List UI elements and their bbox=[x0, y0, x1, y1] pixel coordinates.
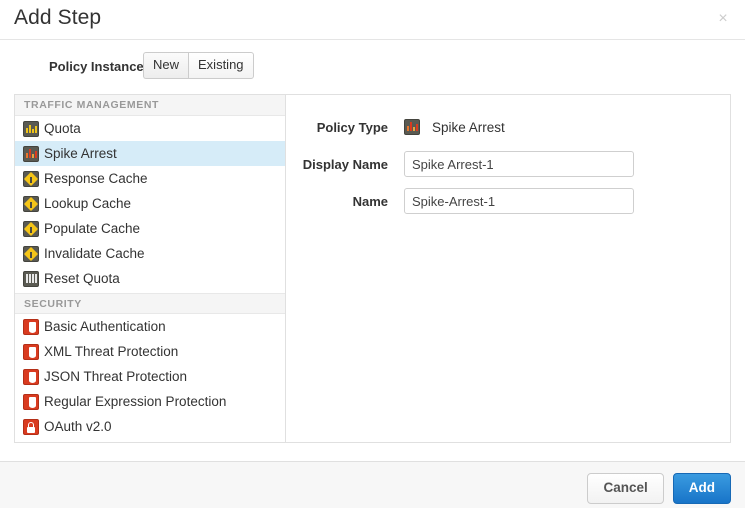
policy-type-row: Policy Type Spike Arrest bbox=[286, 114, 730, 140]
policy-list-sidebar: TRAFFIC MANAGEMENT Quota Spike Arrest Re… bbox=[15, 95, 286, 442]
toggle-existing-button[interactable]: Existing bbox=[188, 52, 254, 79]
sidebar-item-label: Populate Cache bbox=[44, 221, 140, 236]
sidebar-item-label: XML Threat Protection bbox=[44, 344, 178, 359]
diamond-yellow-icon bbox=[23, 246, 39, 262]
sidebar-item-json-threat-protection[interactable]: JSON Threat Protection bbox=[15, 364, 285, 389]
bars-gray-icon bbox=[23, 271, 39, 287]
display-name-row: Display Name bbox=[286, 151, 730, 177]
sidebar-item-lookup-cache[interactable]: Lookup Cache bbox=[15, 191, 285, 216]
sidebar-item-label: Quota bbox=[44, 121, 81, 136]
sidebar-item-xml-threat-protection[interactable]: XML Threat Protection bbox=[15, 339, 285, 364]
sidebar-item-label: Spike Arrest bbox=[44, 146, 117, 161]
sidebar-item-spike-arrest[interactable]: Spike Arrest bbox=[15, 141, 285, 166]
section-header-traffic-management: TRAFFIC MANAGEMENT bbox=[15, 95, 285, 116]
sidebar-item-label: Response Cache bbox=[44, 171, 148, 186]
policy-type-value: Spike Arrest bbox=[404, 119, 505, 135]
name-label: Name bbox=[286, 194, 404, 209]
policy-type-label: Policy Type bbox=[286, 120, 404, 135]
display-name-label: Display Name bbox=[286, 157, 404, 172]
shield-red-icon bbox=[23, 369, 39, 385]
section-header-security: SECURITY bbox=[15, 293, 285, 314]
footer-button-group: Cancel Add bbox=[587, 473, 731, 504]
sidebar-item-invalidate-cache[interactable]: Invalidate Cache bbox=[15, 241, 285, 266]
sidebar-item-label: Invalidate Cache bbox=[44, 246, 145, 261]
display-name-input[interactable] bbox=[404, 151, 634, 177]
diamond-yellow-icon bbox=[23, 196, 39, 212]
dialog-header: Add Step × bbox=[0, 0, 745, 40]
page-title: Add Step bbox=[14, 6, 101, 30]
dialog-body: TRAFFIC MANAGEMENT Quota Spike Arrest Re… bbox=[14, 94, 731, 443]
sidebar-item-reset-quota[interactable]: Reset Quota bbox=[15, 266, 285, 291]
sidebar-item-populate-cache[interactable]: Populate Cache bbox=[15, 216, 285, 241]
sidebar-item-label: OAuth v2.0 bbox=[44, 419, 112, 434]
cancel-button[interactable]: Cancel bbox=[587, 473, 663, 504]
name-row: Name bbox=[286, 188, 730, 214]
diamond-yellow-icon bbox=[23, 221, 39, 237]
shield-red-icon bbox=[23, 344, 39, 360]
name-input[interactable] bbox=[404, 188, 634, 214]
policy-type-text: Spike Arrest bbox=[432, 120, 505, 135]
sidebar-item-label: Basic Authentication bbox=[44, 319, 166, 334]
policy-instance-row: Policy Instance New Existing bbox=[0, 52, 745, 82]
policy-form-panel: Policy Type Spike Arrest Display Name Na… bbox=[286, 95, 730, 442]
lock-red-icon bbox=[23, 419, 39, 435]
sidebar-item-label: Lookup Cache bbox=[44, 196, 131, 211]
close-icon[interactable]: × bbox=[712, 8, 734, 30]
sidebar-item-quota[interactable]: Quota bbox=[15, 116, 285, 141]
sidebar-item-response-cache[interactable]: Response Cache bbox=[15, 166, 285, 191]
sidebar-item-label: Regular Expression Protection bbox=[44, 394, 226, 409]
sidebar-item-basic-authentication[interactable]: Basic Authentication bbox=[15, 314, 285, 339]
policy-instance-toggle-group: New Existing bbox=[143, 52, 254, 79]
add-button[interactable]: Add bbox=[673, 473, 731, 504]
sidebar-item-oauth-v2[interactable]: OAuth v2.0 bbox=[15, 414, 285, 439]
bars-red-icon bbox=[404, 119, 420, 135]
bars-yellow-icon bbox=[23, 121, 39, 137]
sidebar-item-label: JSON Threat Protection bbox=[44, 369, 187, 384]
sidebar-item-label: Reset Quota bbox=[44, 271, 120, 286]
shield-red-icon bbox=[23, 319, 39, 335]
toggle-new-button[interactable]: New bbox=[143, 52, 188, 79]
dialog-footer: Cancel Add bbox=[0, 461, 745, 508]
shield-red-icon bbox=[23, 394, 39, 410]
policy-instance-label: Policy Instance bbox=[49, 59, 144, 74]
bars-red-icon bbox=[23, 146, 39, 162]
sidebar-item-regular-expression-protection[interactable]: Regular Expression Protection bbox=[15, 389, 285, 414]
diamond-yellow-icon bbox=[23, 171, 39, 187]
